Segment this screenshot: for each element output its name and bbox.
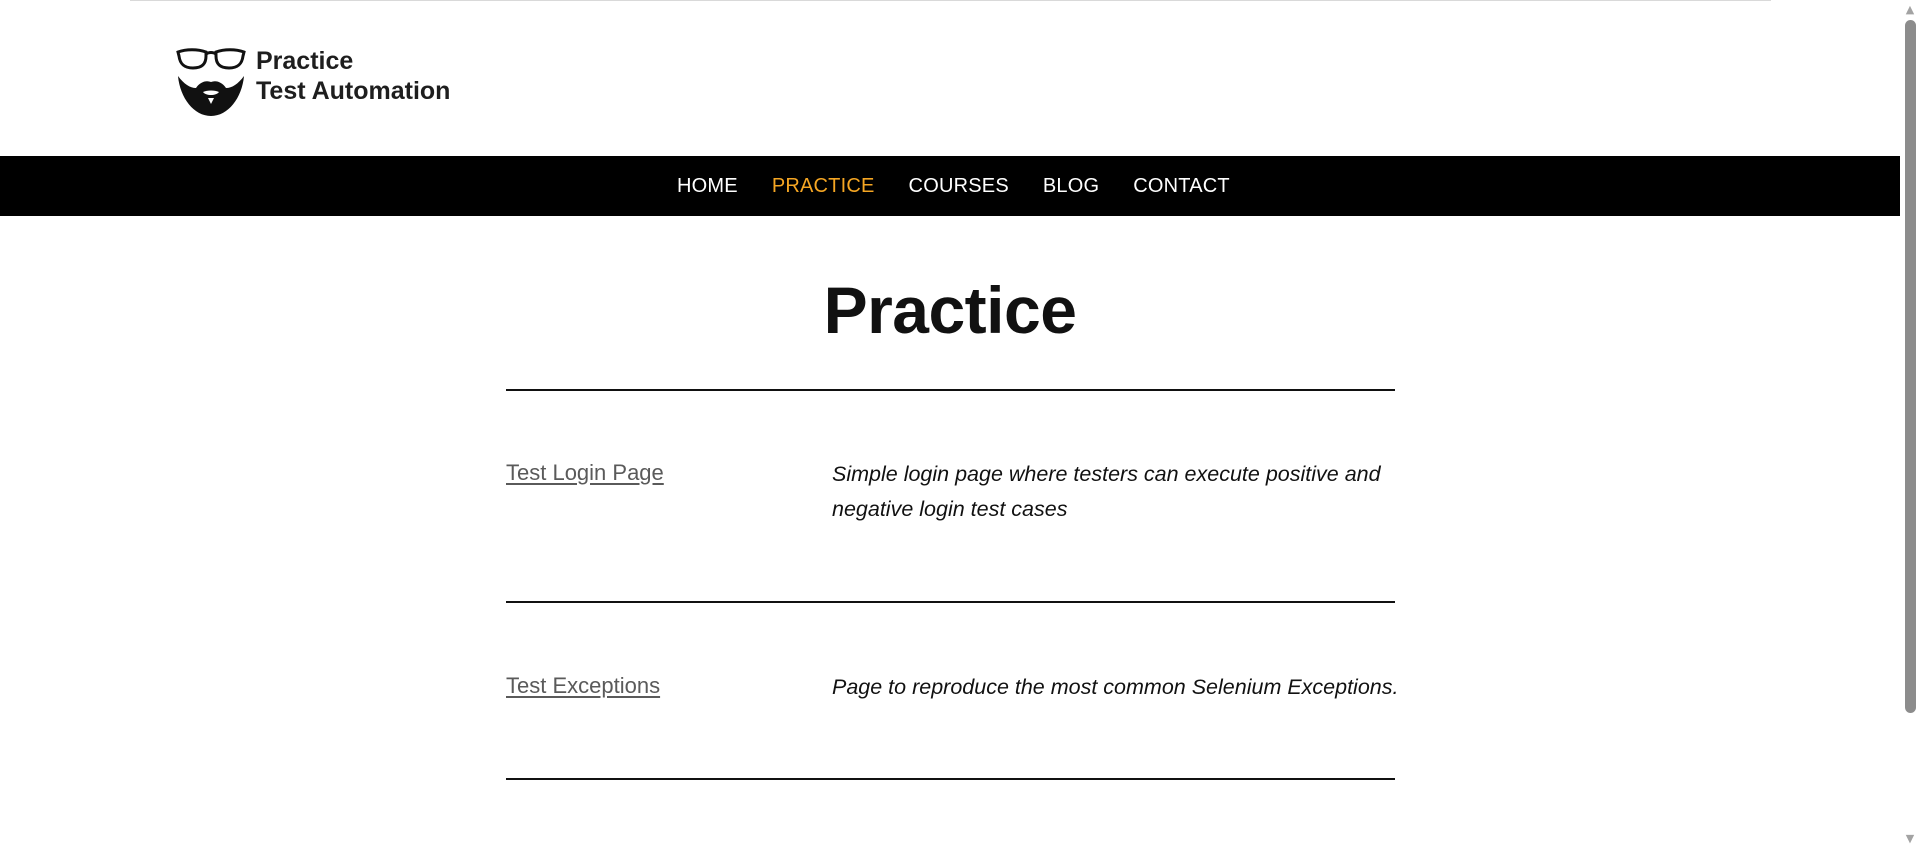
nav-item-contact[interactable]: CONTACT xyxy=(1133,175,1230,198)
main-navigation: HOME PRACTICE COURSES BLOG CONTACT xyxy=(0,156,1900,216)
header-top-divider xyxy=(130,0,1771,1)
nav-item-blog[interactable]: BLOG xyxy=(1043,175,1099,198)
test-exceptions-link[interactable]: Test Exceptions xyxy=(506,673,660,699)
logo-text: Practice Test Automation xyxy=(256,46,450,106)
nav-item-courses[interactable]: COURSES xyxy=(909,175,1009,198)
divider xyxy=(506,389,1395,391)
scrollbar-thumb[interactable] xyxy=(1905,20,1916,713)
glasses-beard-icon xyxy=(176,48,246,116)
nav-item-home[interactable]: HOME xyxy=(677,175,738,198)
nav-menu: HOME PRACTICE COURSES BLOG CONTACT xyxy=(677,156,1230,216)
logo-line-1: Practice xyxy=(256,47,354,75)
site-logo-link[interactable]: Practice Test Automation xyxy=(176,46,450,122)
page: Practice Test Automation HOME PRACTICE C… xyxy=(0,0,1920,847)
page-title: Practice xyxy=(823,273,1077,347)
scroll-down-arrow-icon[interactable]: ▼ xyxy=(1903,831,1917,845)
test-login-page-link[interactable]: Test Login Page xyxy=(506,460,664,486)
logo-line-2: Test Automation xyxy=(256,77,451,105)
divider xyxy=(506,778,1395,780)
site-header: Practice Test Automation xyxy=(0,0,1900,156)
test-login-page-description: Simple login page where testers can exec… xyxy=(832,462,1381,521)
vertical-scrollbar[interactable]: ▲ ▼ xyxy=(1900,0,1920,847)
test-exceptions-description: Page to reproduce the most common Seleni… xyxy=(832,675,1399,699)
nav-item-practice[interactable]: PRACTICE xyxy=(772,175,875,198)
scroll-up-arrow-icon[interactable]: ▲ xyxy=(1903,2,1917,16)
divider xyxy=(506,601,1395,603)
